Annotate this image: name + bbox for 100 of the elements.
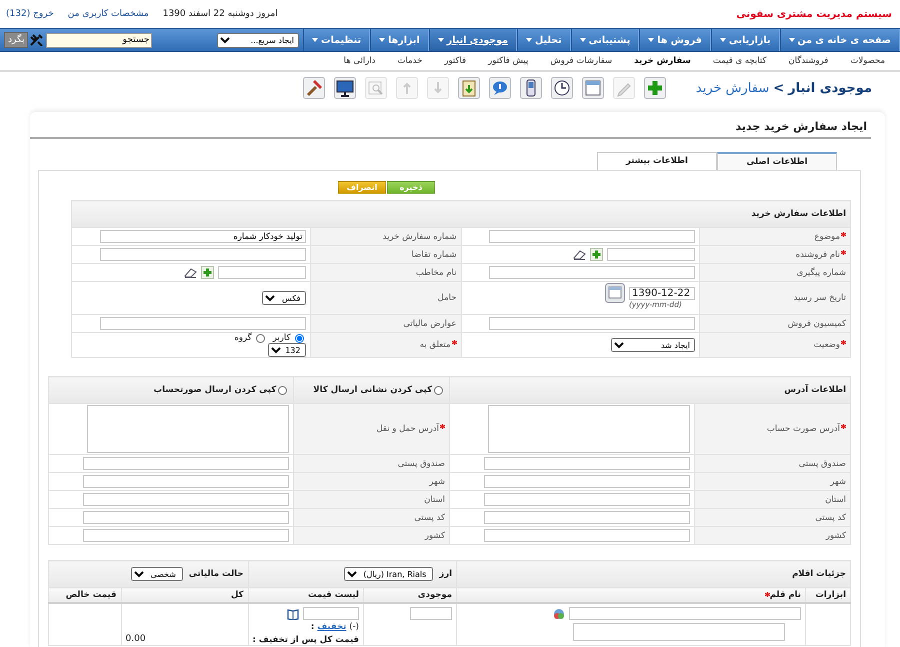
discount-sign: (-)	[349, 622, 359, 632]
submenu-item[interactable]: سفارشات فروش	[539, 56, 624, 66]
add-icon[interactable]	[590, 248, 603, 261]
tools-icon[interactable]	[30, 34, 44, 46]
text-field[interactable]	[489, 266, 695, 279]
field-label: آدرس صورت حساب	[766, 424, 840, 434]
text-field[interactable]	[303, 607, 359, 620]
field-label: شهر	[429, 476, 446, 486]
field-label: شماره پیگیری	[796, 268, 846, 278]
eraser-icon[interactable]	[184, 267, 196, 278]
field-label: استان	[424, 494, 446, 504]
calendar-icon[interactable]	[605, 283, 625, 303]
submenu-item[interactable]: سفارش خرید	[623, 56, 702, 66]
breadcrumb-module: موجودی انبار	[788, 80, 872, 96]
submenu-item[interactable]: محصولات	[839, 56, 896, 66]
breadcrumb-separator: >	[773, 80, 784, 96]
speech-bubble-icon[interactable]	[488, 77, 511, 99]
clock-icon[interactable]	[550, 77, 573, 99]
text-field[interactable]: تولید خودکار شماره	[100, 230, 306, 243]
dropdown[interactable]: 132	[268, 343, 306, 357]
add-icon[interactable]	[200, 266, 214, 279]
text-field[interactable]	[83, 493, 290, 506]
field-label: آدرس حمل و نقل	[376, 424, 440, 434]
date-field[interactable]: 1390-12-22	[629, 287, 695, 300]
caret-icon	[526, 38, 532, 42]
radio-button[interactable]	[278, 386, 288, 394]
submenu-item[interactable]: پیش فاکتور	[477, 56, 540, 66]
tab[interactable]: اطلاعات بیشتر	[597, 152, 717, 170]
column-header: ابزارات	[815, 590, 846, 600]
text-field[interactable]	[410, 607, 452, 620]
menu-item[interactable]: صفحه ی خانه ی من	[780, 29, 900, 51]
field-label: حامل	[438, 293, 456, 303]
text-field[interactable]	[83, 511, 290, 524]
discount-link[interactable]: تخفیف	[317, 622, 346, 632]
text-field[interactable]	[607, 248, 695, 261]
calendar-icon[interactable]	[582, 77, 604, 99]
submenu-item[interactable]: کتابچه ی قیمت	[702, 56, 778, 66]
column-header: قیمت خالص	[66, 590, 116, 600]
clipboard-icon[interactable]	[458, 77, 480, 99]
hammer-icon[interactable]	[302, 77, 325, 99]
caret-icon	[379, 38, 386, 42]
globe-icon[interactable]	[553, 608, 565, 620]
field-label: متعلق به	[420, 340, 450, 350]
search-field[interactable]: جستجو	[46, 32, 152, 48]
text-field[interactable]	[484, 457, 690, 470]
add-icon[interactable]	[644, 77, 666, 99]
text-field[interactable]	[484, 493, 690, 506]
text-field[interactable]	[489, 317, 695, 330]
text-field[interactable]	[83, 457, 290, 470]
submenu-item[interactable]: دارائی ها	[332, 56, 386, 66]
submenu-item[interactable]: خدمات	[386, 56, 434, 66]
profile-link[interactable]: مشخصات کاربری من	[68, 9, 149, 19]
text-field[interactable]	[484, 475, 690, 488]
column-header: لیست قیمت	[308, 590, 359, 600]
text-field[interactable]	[100, 317, 306, 330]
dropdown[interactable]: Iran, Rials (ریال)	[344, 567, 434, 581]
breadcrumb-link[interactable]: سفارش خرید	[696, 80, 770, 96]
menu-item[interactable]: موجودی انبار	[428, 29, 517, 51]
text-field[interactable]	[218, 266, 306, 279]
text-field[interactable]	[484, 511, 690, 524]
section-title: اطلاعات سفارش خرید	[751, 209, 846, 219]
dropdown[interactable]: فکس	[262, 291, 306, 305]
book-icon[interactable]	[287, 608, 299, 620]
field-label: صندوق پستی	[398, 458, 446, 468]
submenu-item[interactable]: فروشندگان	[777, 56, 840, 66]
monitor-icon[interactable]	[334, 77, 356, 99]
submenu-item[interactable]: فاکتور	[433, 56, 478, 66]
quick-create-dropdown[interactable]: ایجاد سریع...	[217, 32, 300, 48]
field-label: حالت مالیاتی	[188, 569, 244, 579]
mobile-phone-icon[interactable]	[520, 77, 542, 99]
dropdown[interactable]: شخصی	[130, 567, 183, 581]
menu-item[interactable]: بازاریابی	[710, 29, 780, 51]
text-field[interactable]	[569, 607, 801, 620]
field-label: کمیسیون فروش	[788, 318, 846, 328]
total-value: 0.00	[126, 634, 146, 644]
logout-link[interactable]: خروج (132)	[6, 9, 54, 19]
caret-icon	[580, 38, 586, 42]
text-field[interactable]	[484, 529, 690, 542]
menu-item[interactable]: ابزارها	[370, 29, 429, 51]
text-field[interactable]	[489, 230, 695, 243]
field-label: صندوق پستی	[798, 458, 846, 468]
field-label: عوارض مالیاتی	[403, 318, 456, 328]
radio-button[interactable]	[294, 334, 304, 342]
text-field[interactable]	[83, 529, 290, 542]
text-area[interactable]	[488, 405, 690, 453]
tab[interactable]: اطلاعات اصلی	[717, 152, 837, 170]
radio-button[interactable]	[434, 386, 444, 394]
field-label: شماره سفارش خرید	[382, 232, 456, 242]
menu-item[interactable]: تنظیمات	[303, 29, 370, 51]
menu-item[interactable]: پشتیبانی	[570, 29, 640, 51]
text-field[interactable]	[83, 475, 290, 488]
radio-button[interactable]	[256, 334, 265, 342]
text-area[interactable]	[87, 405, 290, 453]
menu-item[interactable]: فروش ها	[639, 29, 711, 51]
field-label: تاریخ سر رسید	[794, 293, 846, 303]
caret-icon	[648, 38, 654, 42]
eraser-icon[interactable]	[573, 249, 586, 260]
text-field[interactable]	[100, 248, 306, 261]
dropdown[interactable]: ایجاد شد	[611, 338, 695, 352]
text-area[interactable]	[573, 623, 785, 641]
